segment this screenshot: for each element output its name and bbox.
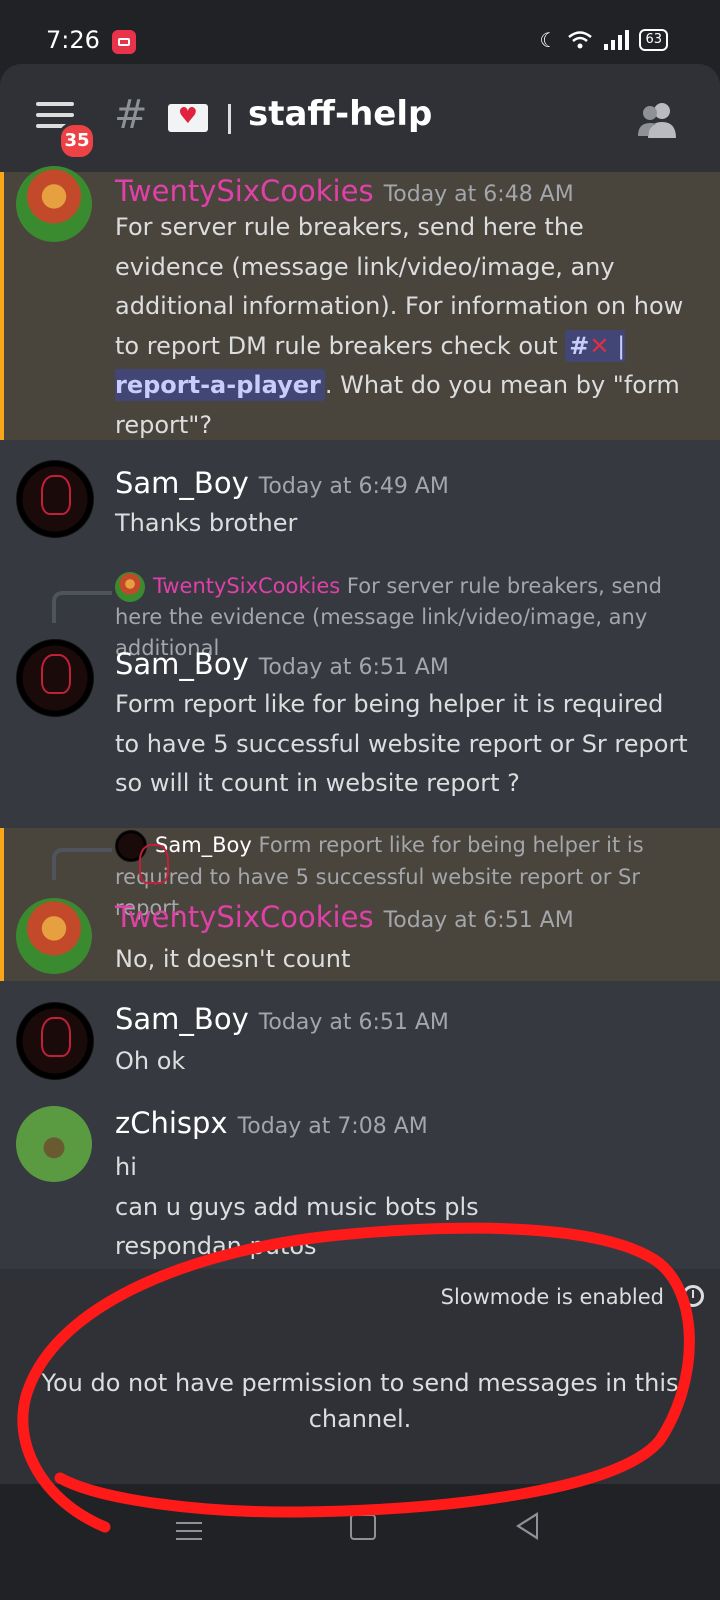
message-author[interactable]: Sam_Boy Today at 6:51 AM [115,647,449,681]
discord-app: 35 # staff-help TwentySixCookiesToday at… [0,64,720,1536]
channel-header: 35 # staff-help [0,64,720,174]
envelope-heart-icon [168,104,208,132]
hash-icon: # [114,92,148,138]
message-author[interactable]: zChispx Today at 7:08 AM [115,1106,428,1140]
message-author[interactable]: TwentySixCookies Today at 6:48 AM [115,174,574,208]
avatar[interactable] [16,898,92,974]
reply-connector [52,848,112,880]
message-item[interactable]: Sam_Boy Today at 6:49 AM Thanks brother [0,456,720,556]
status-icons: ☾ 63 [540,28,668,52]
status-time: 7:26 [46,26,100,54]
message-text: Oh ok [115,1047,186,1075]
notification-badge: 35 [58,122,96,160]
avatar[interactable] [16,460,94,538]
moon-icon: ☾ [539,28,558,52]
message-author[interactable]: Sam_Boy Today at 6:49 AM [115,466,449,500]
members-icon[interactable] [636,100,680,140]
message-timestamp: Today at 6:48 AM [383,182,574,207]
signal-icon [604,30,630,50]
message-item[interactable]: Sam_Boy Form report like for being helpe… [0,828,720,981]
wifi-icon [568,31,593,49]
message-text: hi can u guys add music bots pls respond… [115,1153,479,1260]
divider [228,104,231,134]
avatar[interactable] [16,1002,94,1080]
battery-icon: 63 [639,29,668,51]
home-icon[interactable] [350,1514,376,1540]
page-title[interactable]: staff-help [248,94,432,134]
message-author[interactable]: TwentySixCookies Today at 6:51 AM [115,900,574,934]
no-permission-panel: You do not have permission to send messa… [0,1329,720,1484]
cross-mark-icon: ✕ [589,331,610,360]
message-timestamp: Today at 6:51 AM [258,655,449,680]
reply-avatar [115,572,145,602]
system-nav-bar [0,1484,720,1600]
message-timestamp: Today at 6:49 AM [258,474,449,499]
message-text: Thanks brother [115,509,298,537]
message-timestamp: Today at 6:51 AM [383,908,574,933]
back-icon[interactable] [516,1512,538,1540]
reply-connector [52,591,112,623]
avatar[interactable] [16,166,92,242]
message-timestamp: Today at 6:51 AM [258,1010,449,1035]
message-author[interactable]: Sam_Boy Today at 6:51 AM [115,1002,449,1036]
timer-icon[interactable] [682,1285,704,1307]
avatar[interactable] [16,1106,92,1182]
status-bar: 7:26 ☾ 63 [0,0,720,68]
message-text: No, it doesn't count [115,945,351,973]
slowmode-text: Slowmode is enabled [440,1285,664,1309]
slowmode-bar: Slowmode is enabled [0,1269,720,1329]
message-item[interactable]: TwentySixCookies Today at 6:48 AM For ser… [0,166,720,440]
recent-apps-icon[interactable] [176,1522,202,1546]
message-item[interactable]: Sam_Boy Today at 6:51 AM Oh ok [0,994,720,1094]
message-text: For server rule breakers, send here the … [115,213,684,439]
avatar[interactable] [16,639,94,717]
message-item[interactable]: zChispx Today at 7:08 AM hi can u guys ad… [0,1098,720,1268]
no-permission-text: You do not have permission to send messa… [41,1369,679,1433]
reply-avatar [115,830,147,862]
screen-record-icon [112,30,136,54]
message-timestamp: Today at 7:08 AM [237,1114,428,1139]
message-text: Form report like for being helper it is … [115,690,688,797]
message-item[interactable]: TwentySixCookies For server rule breaker… [0,569,720,819]
